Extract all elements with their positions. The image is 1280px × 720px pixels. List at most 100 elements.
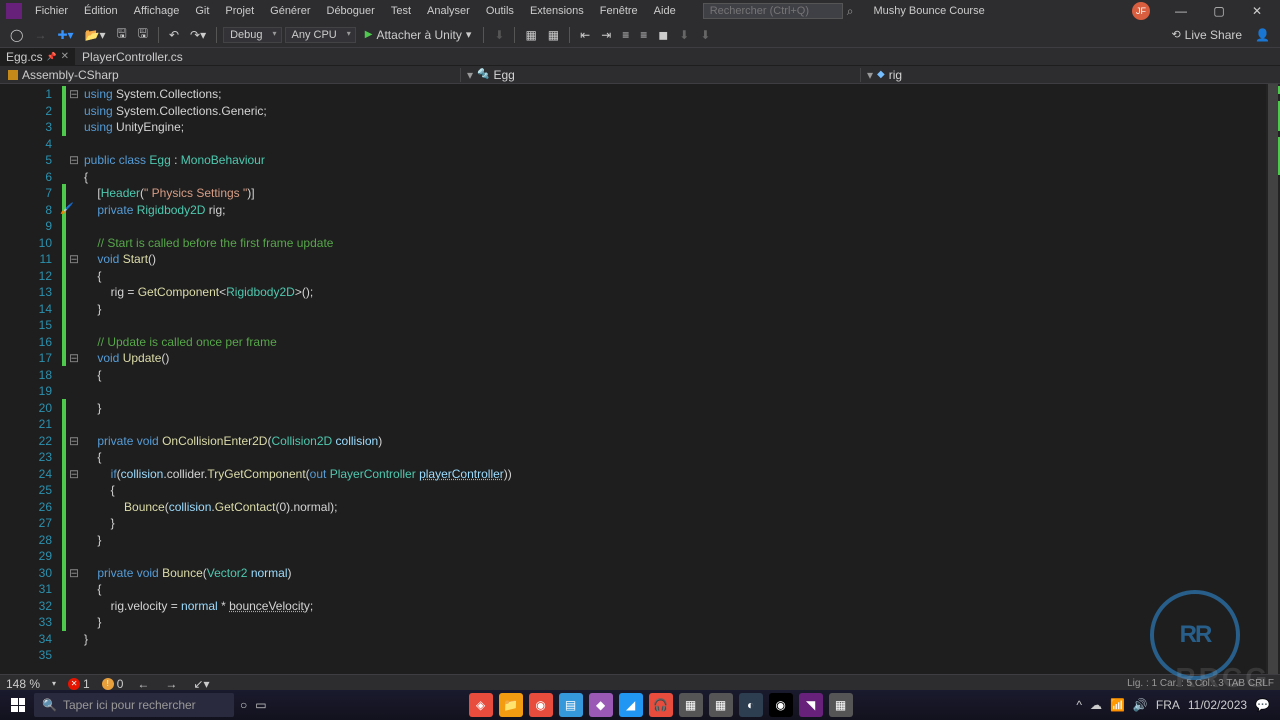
taskbar-app-7[interactable]: 🎧 <box>649 693 673 717</box>
class-icon: 🔩 <box>477 69 489 80</box>
tool-icon-3[interactable]: ⬇ <box>675 26 693 44</box>
undo-button[interactable]: ↶ <box>165 26 183 44</box>
search-input[interactable] <box>703 3 843 19</box>
watermark-text: RRCG <box>1176 662 1270 694</box>
menu-git[interactable]: Git <box>188 3 216 19</box>
titlebar: FichierÉditionAffichageGitProjetGénérerD… <box>0 0 1280 22</box>
menu-générer[interactable]: Générer <box>263 3 317 19</box>
attach-button[interactable]: ▶Attacher à Unity ▾ <box>359 26 478 44</box>
taskview-icon[interactable]: ▭ <box>255 698 266 712</box>
menu-test[interactable]: Test <box>384 3 418 19</box>
start-button[interactable] <box>4 692 32 718</box>
save-all-button[interactable]: 🖫 <box>134 22 152 47</box>
maximize-button[interactable]: ▢ <box>1202 2 1236 20</box>
editor-scrollbar[interactable] <box>1266 84 1280 674</box>
tray-up-icon[interactable]: ^ <box>1076 698 1082 712</box>
tray-volume-icon[interactable]: 🔊 <box>1133 698 1148 712</box>
field-icon: ◆ <box>877 69 885 80</box>
search-icon: 🔍 <box>42 698 57 712</box>
code-editor[interactable]: 1234567891011121314151617181920212223242… <box>0 84 1280 674</box>
open-button[interactable]: 📂▾ <box>81 26 110 44</box>
quick-action-icon[interactable]: 🖌️ <box>60 202 74 215</box>
project-crumb[interactable]: Assembly-CSharp <box>0 68 127 82</box>
nav-next-button[interactable]: → <box>163 677 179 691</box>
taskbar-app-6[interactable]: ◢ <box>619 693 643 717</box>
tray-cloud-icon[interactable]: ☁ <box>1090 698 1102 712</box>
change-margin <box>60 84 68 674</box>
line-numbers: 1234567891011121314151617181920212223242… <box>0 84 60 674</box>
menu-affichage[interactable]: Affichage <box>127 3 187 19</box>
system-tray[interactable]: ^ ☁ 📶 🔊 FRA 11/02/2023 💬 <box>1076 698 1276 712</box>
code-area[interactable]: using System.Collections;using System.Co… <box>80 84 1280 674</box>
tool-icon-1[interactable]: ▦ <box>521 26 540 44</box>
back-button[interactable]: ◯ <box>6 26 27 44</box>
tray-clock[interactable]: 11/02/2023 <box>1188 700 1247 711</box>
menu-extensions[interactable]: Extensions <box>523 3 591 19</box>
errors-indicator[interactable]: ✕1 <box>68 677 90 691</box>
account-icon[interactable]: 👤 <box>1251 26 1274 44</box>
solution-title: Mushy Bounce Course <box>873 5 984 17</box>
new-item-button[interactable]: ✚▾ <box>53 26 77 44</box>
menu-analyser[interactable]: Analyser <box>420 3 477 19</box>
menu-déboguer[interactable]: Déboguer <box>320 3 382 19</box>
taskbar-app-3[interactable]: ◉ <box>529 693 553 717</box>
taskbar-app-12[interactable]: ▦ <box>829 693 853 717</box>
tab-Egg.cs[interactable]: Egg.cs📌✕ <box>0 48 76 65</box>
main-toolbar: ◯ → ✚▾ 📂▾ 🖫 🖫 ↶ ↷▾ Debug Any CPU ▶Attach… <box>0 22 1280 48</box>
step-button[interactable]: ⬇ <box>490 26 508 44</box>
taskbar-app-9[interactable]: ▦ <box>709 693 733 717</box>
taskbar-app-4[interactable]: ▤ <box>559 693 583 717</box>
class-crumb[interactable]: ▾ 🔩 Egg <box>460 68 860 82</box>
user-avatar[interactable]: JF <box>1132 2 1150 20</box>
close-icon[interactable]: ✕ <box>61 51 69 62</box>
document-tabs: Egg.cs📌✕PlayerController.cs <box>0 48 1280 66</box>
tool-icon-2[interactable]: ▦ <box>544 26 563 44</box>
uncomment-button[interactable]: ≡ <box>636 26 651 44</box>
close-window-button[interactable]: ✕ <box>1240 2 1274 20</box>
menu-édition[interactable]: Édition <box>77 3 125 19</box>
menu-outils[interactable]: Outils <box>479 3 521 19</box>
taskbar-app-2[interactable]: 📁 <box>499 693 523 717</box>
nav-bar: Assembly-CSharp ▾ 🔩 Egg ▾ ◆ rig <box>0 66 1280 84</box>
config-dropdown[interactable]: Debug <box>223 27 281 43</box>
minimize-button[interactable]: — <box>1164 2 1198 20</box>
indent-in-button[interactable]: ⇥ <box>597 26 615 44</box>
tray-notification-icon[interactable]: 💬 <box>1255 698 1270 712</box>
windows-taskbar: 🔍 Taper ici pour rechercher ○ ▭ ◈ 📁 ◉ ▤ … <box>0 690 1280 720</box>
taskbar-search[interactable]: 🔍 Taper ici pour rechercher <box>34 693 234 717</box>
platform-dropdown[interactable]: Any CPU <box>285 27 356 43</box>
fold-gutter: ⊟⊟⊟⊟⊟⊟⊟ <box>68 84 80 674</box>
tab-PlayerController.cs[interactable]: PlayerController.cs <box>76 48 190 65</box>
redo-button[interactable]: ↷▾ <box>186 26 210 44</box>
menu-fichier[interactable]: Fichier <box>28 3 75 19</box>
forward-button[interactable]: → <box>30 26 50 44</box>
tray-wifi-icon[interactable]: 📶 <box>1110 698 1125 712</box>
project-icon <box>8 70 18 80</box>
tray-lang-icon[interactable]: FRA <box>1156 698 1180 712</box>
nav-prev-button[interactable]: ← <box>135 677 151 691</box>
menu-projet[interactable]: Projet <box>218 3 261 19</box>
taskbar-app-10[interactable]: ◐ <box>739 693 763 717</box>
zoom-level[interactable]: 148 % <box>6 677 40 691</box>
menu-fenêtre[interactable]: Fenêtre <box>593 3 645 19</box>
save-button[interactable]: 🖫 <box>112 22 130 47</box>
liveshare-button[interactable]: ⟲ Live Share <box>1171 28 1242 42</box>
tool-icon-4[interactable]: ⬇ <box>696 26 714 44</box>
taskbar-app-11[interactable]: ◉ <box>769 693 793 717</box>
taskbar-vs[interactable]: ◥ <box>799 693 823 717</box>
menu-aide[interactable]: Aide <box>647 3 683 19</box>
comment-button[interactable]: ≡ <box>618 26 633 44</box>
bookmark-button[interactable]: ◼ <box>654 26 672 44</box>
taskbar-app-1[interactable]: ◈ <box>469 693 493 717</box>
search-icon[interactable]: ⌕ <box>847 4 854 19</box>
cortana-icon[interactable]: ○ <box>240 698 247 712</box>
member-crumb[interactable]: ▾ ◆ rig <box>860 68 1280 82</box>
nav-dropdown[interactable]: ↙▾ <box>191 677 211 691</box>
warnings-indicator[interactable]: !0 <box>102 677 124 691</box>
taskbar-app-8[interactable]: ▦ <box>679 693 703 717</box>
taskbar-app-5[interactable]: ◆ <box>589 693 613 717</box>
main-menu: FichierÉditionAffichageGitProjetGénérerD… <box>28 3 683 19</box>
pin-icon[interactable]: 📌 <box>47 52 57 61</box>
windows-logo-icon <box>11 698 25 712</box>
indent-out-button[interactable]: ⇤ <box>576 26 594 44</box>
